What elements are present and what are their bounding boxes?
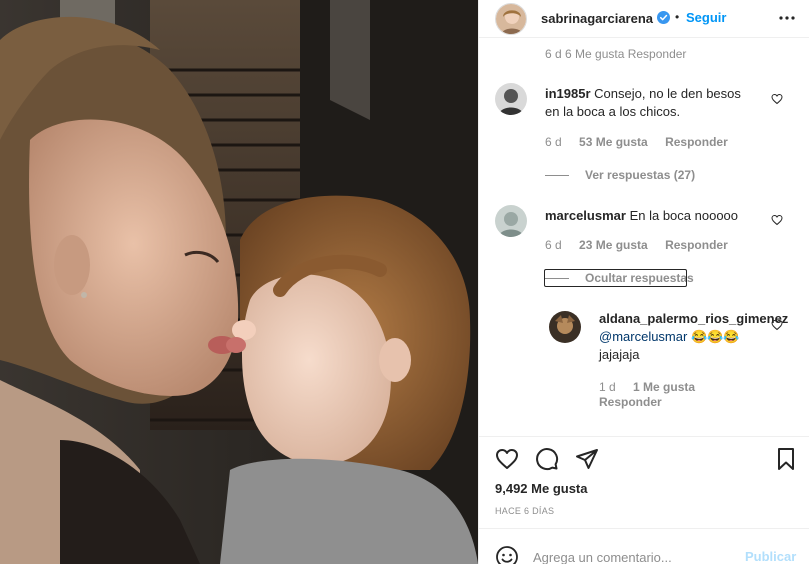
- focus-outline: [544, 269, 687, 287]
- view-replies-label: Ver respuestas (27): [585, 168, 696, 182]
- comment-text: En la boca nooooo: [629, 208, 739, 223]
- publish-button[interactable]: Publicar: [745, 549, 796, 564]
- commenter-username[interactable]: marcelusmar: [545, 208, 626, 223]
- comment-item: in1985r Consejo, no le den besos en la b…: [479, 83, 809, 183]
- comment-icon[interactable]: [535, 447, 559, 471]
- reply-avatar-image: [549, 311, 581, 343]
- truncated-comment-meta: 6 d 6 Me gusta Responder: [545, 47, 687, 61]
- commenter-avatar-image: [495, 83, 527, 115]
- reply-username[interactable]: aldana_palermo_rios_gimenez: [599, 311, 788, 326]
- author-avatar[interactable]: [495, 3, 527, 35]
- reply-like-heart-icon[interactable]: [771, 319, 783, 331]
- comment-like-count[interactable]: 23 Me gusta: [579, 238, 648, 252]
- reply-text: jajajaja: [599, 347, 640, 362]
- comments-list[interactable]: 6 d 6 Me gusta Responder in1985r Consejo…: [479, 38, 809, 436]
- comment-composer: Publicar: [479, 528, 809, 564]
- reply-reply-button[interactable]: Responder: [599, 395, 662, 409]
- reply-mention-link[interactable]: @marcelusmar: [599, 329, 687, 344]
- bookmark-icon[interactable]: [774, 447, 798, 471]
- heart-icon[interactable]: [495, 447, 519, 471]
- author-username[interactable]: sabrinagarciarena: [541, 11, 653, 26]
- comment-body: marcelusmar En la boca nooooo: [545, 207, 765, 225]
- commenter-avatar[interactable]: [495, 205, 527, 237]
- photo-illustration: [0, 0, 478, 564]
- likes-count[interactable]: 9,492 Me gusta: [495, 481, 588, 496]
- verified-badge-icon: [657, 11, 670, 24]
- comment-body: in1985r Consejo, no le den besos en la b…: [545, 85, 765, 121]
- header-separator: •: [675, 10, 680, 24]
- post-header: sabrinagarciarena • Seguir: [479, 0, 809, 38]
- comment-time: 6 d: [545, 238, 562, 252]
- post-photo[interactable]: [0, 0, 478, 564]
- comment-text-line2: en la boca a los chicos.: [545, 104, 681, 119]
- comment-input[interactable]: [533, 547, 738, 564]
- follow-button[interactable]: Seguir: [686, 10, 726, 25]
- reply-button[interactable]: Responder: [665, 135, 728, 149]
- comment-meta: 6 d 23 Me gusta Responder: [545, 238, 742, 252]
- reply-button[interactable]: Responder: [665, 238, 728, 252]
- comment-text-line1: Consejo, no le den besos: [594, 86, 741, 101]
- reply-avatar[interactable]: [549, 311, 581, 343]
- comment-time: 6 d: [545, 135, 562, 149]
- commenter-avatar[interactable]: [495, 83, 527, 115]
- reply-item: aldana_palermo_rios_gimenez @marcelusmar…: [479, 308, 809, 418]
- comment-like-heart-icon[interactable]: [771, 214, 783, 226]
- paper-plane-icon[interactable]: [575, 447, 599, 471]
- comment-like-count[interactable]: 53 Me gusta: [579, 135, 648, 149]
- post-details-pane: sabrinagarciarena • Seguir 6 d 6 Me gust…: [478, 0, 809, 564]
- author-avatar-image: [496, 4, 526, 34]
- reply-time: 1 d: [599, 380, 616, 394]
- reply-meta: 1 d 1 Me gusta Responder: [599, 380, 779, 410]
- reply-emojis: 😂😂😂: [690, 329, 740, 344]
- post-timestamp: HACE 6 DÍAS: [495, 506, 555, 516]
- view-replies-button[interactable]: Ver respuestas (27): [545, 168, 695, 182]
- commenter-avatar-image: [495, 205, 527, 237]
- comment-like-heart-icon[interactable]: [771, 93, 783, 105]
- post-actions: 9,492 Me gusta HACE 6 DÍAS: [479, 436, 809, 528]
- replies-divider: [545, 174, 569, 176]
- smiley-icon[interactable]: [495, 545, 519, 564]
- reply-like-count[interactable]: 1 Me gusta: [633, 380, 695, 394]
- more-options-icon[interactable]: [777, 8, 797, 28]
- comment-meta: 6 d 53 Me gusta Responder: [545, 135, 742, 149]
- reply-body: aldana_palermo_rios_gimenez @marcelusmar…: [599, 310, 799, 364]
- commenter-username[interactable]: in1985r: [545, 86, 591, 101]
